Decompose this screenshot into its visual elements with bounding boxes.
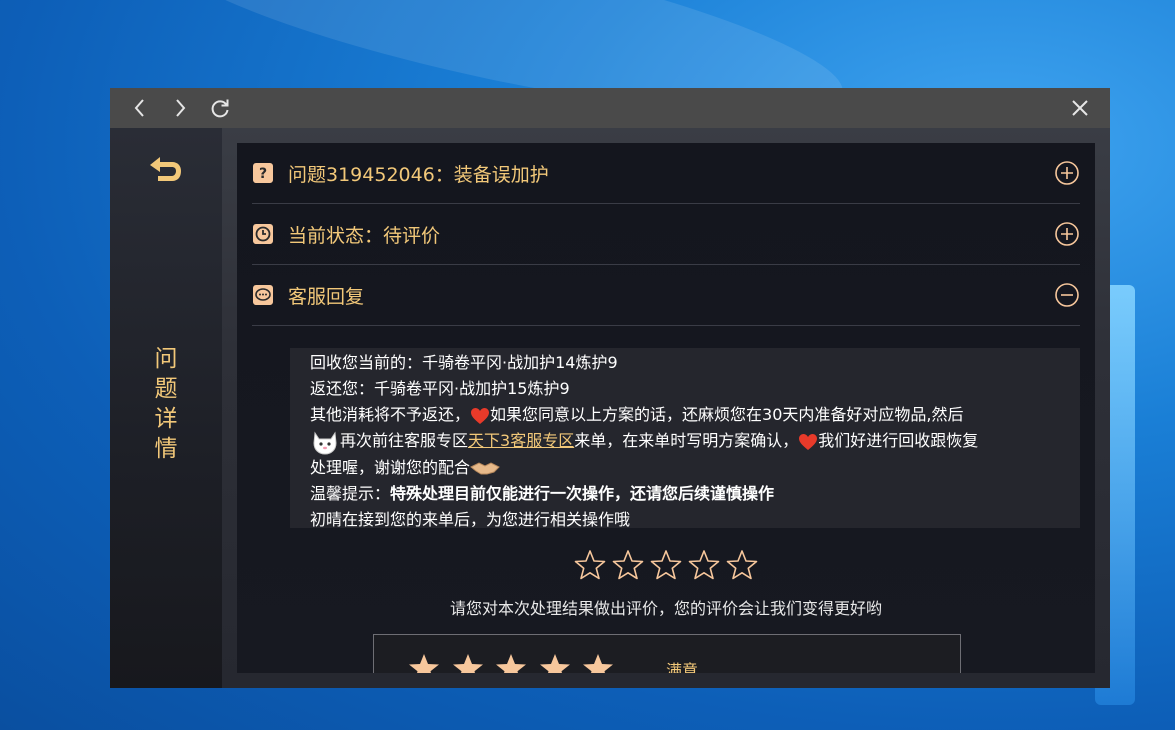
reply-line: 返还您：千骑卷平冈·战加护15炼护9 <box>310 379 570 398</box>
plus-circle-icon[interactable] <box>1054 221 1080 247</box>
section-question-label: 问题319452046：装备误加护 <box>288 163 549 186</box>
section-status-label: 当前状态：待评价 <box>288 224 441 247</box>
star-outline-icon[interactable] <box>612 549 644 581</box>
reply-text: 回收您当前的：千骑卷平冈·战加护14炼护9 返还您：千骑卷平冈·战加护15炼护9… <box>310 350 1070 528</box>
chevron-right-icon <box>176 99 186 117</box>
star-filled-icon <box>540 654 570 673</box>
star-outline-icon[interactable] <box>726 549 758 581</box>
reply-line: 处理喔，谢谢您的配合 <box>310 455 1070 481</box>
title-char: 问 <box>154 346 178 372</box>
reply-text-segment: 如果您同意以上方案的话，还麻烦您在30天内准备好对应物品,然后 <box>490 405 964 424</box>
chat-bubble-icon <box>252 284 274 306</box>
reply-line: 温馨提示：特殊处理目前仅能进行一次操作，还请您后续谨慎操作 <box>310 481 1070 507</box>
service-zone-link[interactable]: 天下3客服专区 <box>468 431 574 450</box>
star-outline-icon[interactable] <box>650 549 682 581</box>
question-icon: ? <box>252 162 274 184</box>
sidebar: 问 题 详 情 <box>110 128 222 688</box>
section-status[interactable]: 当前状态：待评价 <box>252 204 1080 265</box>
plus-circle-icon[interactable] <box>1054 160 1080 186</box>
close-window-button[interactable] <box>1064 92 1096 124</box>
handshake-emoji-icon <box>470 462 500 475</box>
star-filled-icon <box>496 654 526 673</box>
close-icon <box>1072 100 1088 116</box>
reply-text-segment: 再次前往客服专区 <box>340 431 469 450</box>
reply-line: 再次前往客服专区天下3客服专区来单，在来单时写明方案确认， 我们好进行回收跟恢复 <box>310 428 1070 455</box>
heart-emoji-icon <box>471 407 490 424</box>
star-outline-icon[interactable] <box>574 549 606 581</box>
reply-line: 其他消耗将不予返还， 如果您同意以上方案的话，还麻烦您在30天内准备好对应物品,然… <box>310 402 1070 428</box>
reply-warning-text: 特殊处理目前仅能进行一次操作，还请您后续谨慎操作 <box>390 483 775 503</box>
chevron-left-icon <box>134 99 144 117</box>
star-filled-icon <box>453 654 483 673</box>
refresh-icon <box>211 99 229 118</box>
reply-text-segment: 温馨提示： <box>310 483 391 503</box>
section-question[interactable]: ? 问题319452046：装备误加护 <box>252 143 1080 204</box>
title-char: 题 <box>154 376 178 402</box>
app-window: 问 题 详 情 ? 问题319452046：装备误加护 当前状态：待评价 客服回… <box>110 88 1110 688</box>
star-outline-icon[interactable] <box>688 549 720 581</box>
star-filled-icon <box>409 654 439 673</box>
svg-text:?: ? <box>259 166 267 182</box>
title-bar <box>110 88 1110 128</box>
cat-emoji-icon <box>313 431 337 455</box>
section-reply-label: 客服回复 <box>288 285 365 308</box>
title-char: 详 <box>154 406 178 432</box>
return-arrow-icon <box>150 157 181 181</box>
reply-text-segment: 我们好进行回收跟恢复 <box>818 431 979 450</box>
reply-line: 回收您当前的：千骑卷平冈·战加护14炼护9 <box>310 353 618 372</box>
refresh-button[interactable] <box>204 92 236 124</box>
section-reply[interactable]: 客服回复 <box>252 265 1080 326</box>
reply-text-segment: 来单，在来单时写明方案确认， <box>574 431 799 450</box>
reply-text-segment: 处理喔，谢谢您的配合 <box>310 457 471 477</box>
star-filled-icon <box>583 654 613 673</box>
rating-option-satisfied[interactable]: 满意 <box>373 634 961 673</box>
page-title-vertical: 问 题 详 情 <box>146 344 186 464</box>
detail-panel: ? 问题319452046：装备误加护 当前状态：待评价 客服回复 回收您当前的… <box>237 143 1095 673</box>
reply-line: 初晴在接到您的来单后，为您进行相关操作哦 <box>310 509 631 529</box>
heart-emoji-icon <box>799 433 818 450</box>
return-button[interactable] <box>146 154 186 190</box>
rating-prompt: 请您对本次处理结果做出评价，您的评价会让我们变得更好哟 <box>449 599 882 618</box>
clock-icon <box>252 223 274 245</box>
minus-circle-icon[interactable] <box>1054 282 1080 308</box>
reply-text-segment: 其他消耗将不予返还， <box>310 405 471 424</box>
rating-stars <box>574 549 758 583</box>
back-nav-button[interactable] <box>124 92 156 124</box>
title-char: 情 <box>154 436 178 462</box>
main-content: ? 问题319452046：装备误加护 当前状态：待评价 客服回复 回收您当前的… <box>222 128 1110 688</box>
reply-message-box[interactable]: 回收您当前的：千骑卷平冈·战加护14炼护9 返还您：千骑卷平冈·战加护15炼护9… <box>290 348 1080 528</box>
forward-nav-button[interactable] <box>164 92 196 124</box>
rating-option-label: 满意 <box>666 661 699 673</box>
